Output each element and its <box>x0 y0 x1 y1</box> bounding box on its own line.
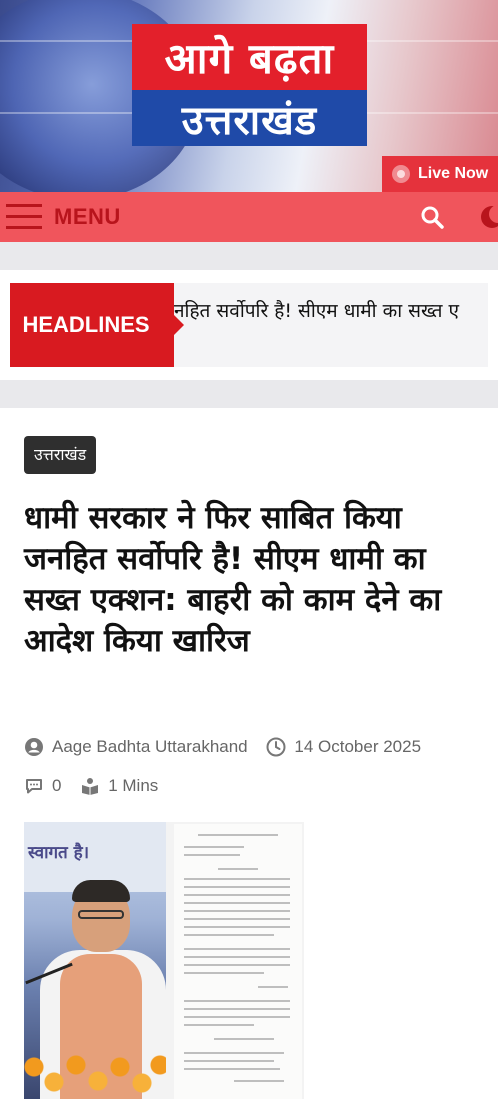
user-icon <box>25 738 43 756</box>
author-name: Aage Badhta Uttarakhand <box>52 737 248 756</box>
headlines-ticker: HEADLINES नहित सर्वोपरि है! सीएम धामी का… <box>0 270 498 380</box>
search-icon[interactable] <box>420 205 444 229</box>
live-dot-icon <box>392 165 410 183</box>
logo-line-2: उत्तराखंड <box>132 90 367 146</box>
hamburger-icon[interactable] <box>6 204 42 230</box>
comment-count: 0 <box>52 776 62 795</box>
nav-bar: MENU <box>0 192 498 242</box>
article-card: उत्तराखंड धामी सरकार ने फिर साबित किया ज… <box>0 408 498 1099</box>
comments-meta[interactable]: 0 <box>24 769 61 803</box>
dark-mode-moon-icon[interactable] <box>478 204 498 230</box>
menu-button[interactable]: MENU <box>54 204 121 230</box>
read-time-meta: 1 Mins <box>80 769 158 803</box>
comment-icon <box>26 779 42 794</box>
headlines-label: HEADLINES <box>10 283 184 367</box>
logo-line-1: आगे बढ़ता <box>132 24 367 90</box>
article-title[interactable]: धामी सरकार ने फिर साबित किया जनहित सर्वो… <box>24 498 484 662</box>
photo-person-hair <box>72 880 130 902</box>
live-now-label: Live Now <box>418 165 489 182</box>
reader-icon <box>82 778 99 795</box>
ticker-container: HEADLINES नहित सर्वोपरि है! सीएम धामी का… <box>10 283 488 367</box>
featured-image[interactable]: स्वागत है। <box>24 822 304 1099</box>
article-meta: Aage Badhta Uttarakhand 14 October 2025 … <box>24 730 484 808</box>
author-meta[interactable]: Aage Badhta Uttarakhand <box>24 730 248 764</box>
ticker-headline-link[interactable]: नहित सर्वोपरि है! सीएम धामी का सख्त ए <box>174 297 459 323</box>
clock-icon <box>266 737 286 757</box>
read-time: 1 Mins <box>108 776 159 795</box>
photo-person-glasses <box>78 910 124 919</box>
photo-marigold-garland <box>24 1047 166 1099</box>
site-logo[interactable]: आगे बढ़ता उत्तराखंड <box>132 24 367 146</box>
live-now-button[interactable]: Live Now <box>382 156 498 192</box>
photo-banner-text: स्वागत है। <box>28 843 90 863</box>
category-badge[interactable]: उत्तराखंड <box>24 436 97 474</box>
date-meta: 14 October 2025 <box>266 730 421 764</box>
photo-document <box>174 824 302 1099</box>
header-banner: आगे बढ़ता उत्तराखंड Live Now <box>0 0 498 192</box>
publish-date: 14 October 2025 <box>294 737 422 756</box>
